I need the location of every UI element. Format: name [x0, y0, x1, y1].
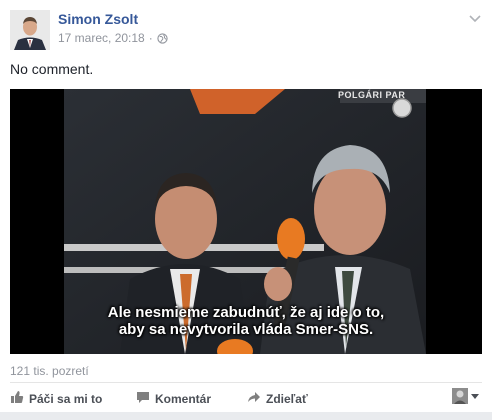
viewer-avatar	[452, 388, 468, 404]
author-name[interactable]: Simon Zsolt	[58, 11, 138, 27]
comment-label: Komentár	[155, 391, 212, 406]
like-button[interactable]: Páči sa mi to	[10, 390, 102, 407]
actions-divider	[10, 382, 482, 383]
video-subtitle-line1: Ale nesmieme zabudnúť, že aj ide o to,	[107, 304, 385, 321]
post-meta: 17 marec, 20:18 ·	[58, 31, 168, 45]
comment-icon	[136, 390, 150, 407]
share-button[interactable]: Zdieľať	[247, 390, 308, 407]
video-subtitle-line2: aby sa nevytvorila vláda Smer-SNS.	[118, 321, 374, 338]
caret-down-icon	[471, 393, 479, 399]
chevron-down-icon[interactable]	[468, 11, 482, 23]
post-as-selector[interactable]	[452, 388, 479, 404]
post-message: No comment.	[10, 61, 94, 77]
video-player[interactable]: POLGÁRI PAR Ale nesmieme zabudnúť, že aj…	[10, 89, 482, 354]
comment-button[interactable]: Komentár	[136, 390, 211, 407]
view-count[interactable]: 121 tis. pozretí	[10, 364, 89, 378]
share-label: Zdieľať	[266, 391, 308, 406]
meta-separator: ·	[148, 31, 153, 45]
globe-icon[interactable]	[157, 32, 168, 44]
post-timestamp[interactable]: 17 marec, 20:18	[58, 31, 145, 45]
video-logo-text: POLGÁRI PAR	[338, 90, 406, 100]
author-avatar[interactable]	[10, 10, 50, 50]
thumbs-up-icon	[10, 390, 24, 407]
like-label: Páči sa mi to	[29, 391, 103, 406]
feed-post: Simon Zsolt 17 marec, 20:18 · No comment…	[0, 0, 492, 420]
share-icon	[247, 390, 261, 407]
feed-separator	[0, 412, 492, 420]
action-bar: Páči sa mi to Komentár Zdieľať	[0, 384, 492, 412]
